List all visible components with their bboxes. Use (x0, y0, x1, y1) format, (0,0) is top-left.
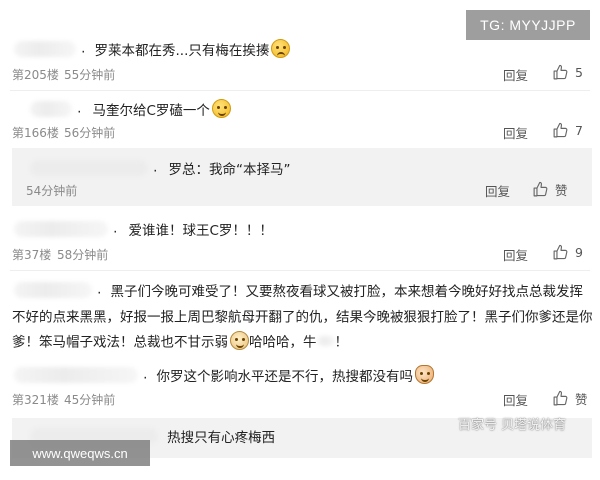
comment-feed: . 罗莱本都在秀...只有梅在挨揍 第205楼 55分钟前 回复 5 . 马奎尔… (0, 0, 600, 480)
site-watermark: www.qweqws.cn (10, 440, 150, 466)
sub-reply-text: 罗总：我命“本择马” (168, 161, 291, 178)
avatar-username-blurred[interactable] (30, 159, 148, 176)
like-button[interactable]: 赞 (552, 389, 588, 408)
sweat-smile-icon (271, 39, 291, 58)
like-count: 7 (575, 123, 583, 138)
comment-floor: 第166楼 (12, 126, 59, 140)
tg-watermark: TG: MYYJJPP (466, 10, 590, 40)
comment-5-body: . 你罗这个影响水平还是不行，热搜都没有吗 (14, 364, 434, 385)
reply-button[interactable]: 回复 (503, 123, 528, 142)
avatar-username-blurred[interactable] (14, 366, 138, 383)
like-count: 5 (575, 65, 583, 80)
comment-text: 爱谁谁！球王C罗！！！ (128, 222, 273, 239)
divider (10, 270, 590, 271)
comment-text: 热搜只有心疼梅西 (167, 429, 276, 446)
avatar-username-blurred[interactable] (14, 281, 92, 298)
source-watermark: 百家号 贝塔说体育 (458, 418, 567, 433)
comment-time: 55分钟前 (64, 68, 116, 82)
sub-reply-time: 54分钟前 (26, 184, 78, 198)
doge-icon (230, 331, 249, 350)
thumbs-up-icon (553, 244, 568, 260)
like-count: 9 (575, 245, 583, 260)
like-button[interactable]: 7 (552, 122, 583, 139)
comment-text-line: 黑子们今晚可难受了！又要熬夜看球又被打脸，本来想着今晚好好找点总裁发挥 (110, 283, 583, 300)
reply-button[interactable]: 回复 (485, 181, 510, 200)
comment-4-line-1: . 黑子们今晚可难受了！又要熬夜看球又被打脸，本来想着今晚好好找点总裁发挥 (14, 279, 583, 300)
comment-time: 45分钟前 (64, 393, 116, 407)
cat-icon (414, 365, 434, 384)
comment-text-line: 爹！笨马帽子戏法！总裁也不甘示弱 (12, 334, 228, 351)
comment-time: 56分钟前 (64, 126, 116, 140)
comment-1-body: . 罗莱本都在秀...只有梅在挨揍 (14, 38, 291, 59)
comment-4-line-3: 爹！笨马帽子戏法！总裁也不甘示弱 哈哈哈，牛 ！ (12, 330, 348, 351)
comment-2-body: . 马奎尔给C罗磕一个 (30, 98, 231, 119)
username-dot: . (97, 281, 102, 298)
comment-text: 马奎尔给C罗磕一个 (92, 102, 210, 119)
comment-text: 罗莱本都在秀...只有梅在挨揍 (94, 42, 270, 59)
smile-icon (211, 99, 231, 118)
comment-text: 你罗这个影响水平还是不行，热搜都没有吗 (156, 368, 413, 385)
username-dot: . (77, 100, 82, 117)
like-button[interactable]: 赞 (532, 180, 568, 199)
avatar-username-blurred[interactable] (30, 100, 72, 117)
like-button[interactable]: 9 (552, 244, 583, 261)
comment-floor: 第321楼 (12, 393, 59, 407)
avatar-username-blurred[interactable] (14, 40, 76, 57)
sub-reply-body: . 罗总：我命“本择马” (30, 157, 290, 178)
divider (10, 90, 590, 91)
like-button[interactable]: 5 (552, 64, 583, 81)
blurred-emoji (316, 335, 335, 346)
comment-text-line: ！ (334, 334, 349, 351)
comment-floor: 第37楼 (12, 248, 52, 262)
comment-text-line: 哈哈哈，牛 (249, 334, 317, 351)
thumbs-up-icon (553, 64, 568, 80)
username-dot: . (113, 220, 118, 237)
thumbs-up-icon (533, 181, 548, 197)
comment-4-line-2: 不好的点来黑黑，好报一报上周巴黎航母开翻了的仇，结果今晚被狠狠打脸了！黑子们你爹… (12, 305, 593, 326)
username-dot: . (81, 40, 86, 57)
like-label: 赞 (555, 183, 568, 198)
thumbs-up-icon (553, 122, 568, 138)
comment-3-body: . 爱谁谁！球王C罗！！！ (14, 218, 273, 239)
comment-floor: 第205楼 (12, 68, 59, 82)
reply-button[interactable]: 回复 (503, 245, 528, 264)
username-dot: . (153, 159, 158, 176)
like-label: 赞 (575, 392, 588, 407)
reply-button[interactable]: 回复 (503, 65, 528, 84)
reply-button[interactable]: 回复 (503, 390, 528, 409)
thumbs-up-icon (553, 390, 568, 406)
comment-time: 58分钟前 (57, 248, 109, 262)
username-dot: . (143, 366, 148, 383)
avatar-username-blurred[interactable] (14, 220, 108, 237)
comment-text-line: 不好的点来黑黑，好报一报上周巴黎航母开翻了的仇，结果今晚被狠狠打脸了！黑子们你爹… (12, 309, 593, 326)
